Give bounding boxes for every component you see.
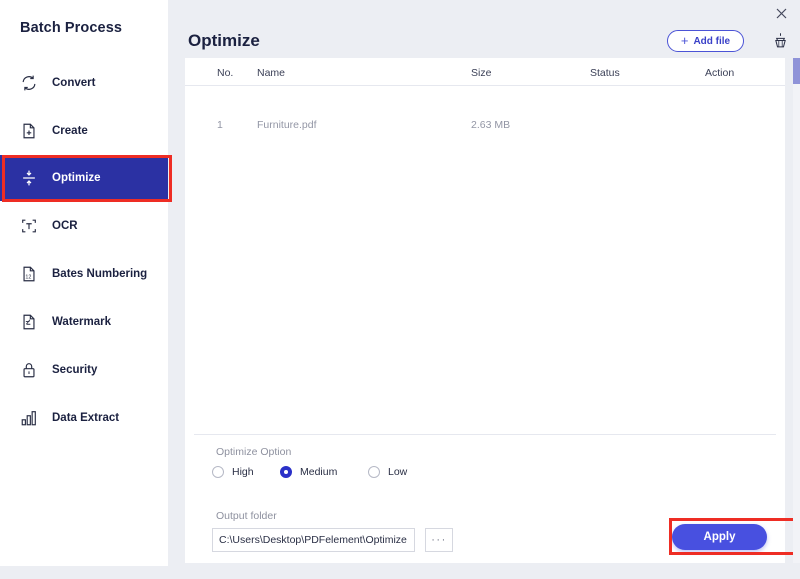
cell-no: 1 [217,119,223,131]
watermark-icon [18,311,40,333]
section-divider [194,434,776,435]
output-folder-label: Output folder [216,510,277,522]
bates-numbering-icon: 12 [18,263,40,285]
svg-text:12: 12 [25,275,31,281]
radio-label: Low [388,466,408,478]
broom-clear-icon[interactable] [768,28,792,52]
sidebar-item-security[interactable]: Security [0,347,168,393]
convert-icon [18,72,40,94]
batch-process-window: Batch Process Convert Create Optimize OC… [0,0,800,579]
sidebar-item-label: OCR [52,220,78,232]
radio-dot [212,466,224,478]
column-header-action: Action [705,67,735,79]
broom-glyph [774,32,786,47]
sidebar-item-label: Create [52,125,88,137]
sidebar-item-bates-numbering[interactable]: 12 Bates Numbering [0,251,168,297]
content-scrollbar-thumb[interactable] [793,58,800,84]
cell-name: Furniture.pdf [257,119,317,131]
create-icon [18,120,40,142]
sidebar-item-convert[interactable]: Convert [0,60,168,106]
radio-option-high[interactable]: High [212,466,254,478]
optimize-option-label: Optimize Option [216,446,292,458]
radio-label: Medium [300,466,338,478]
radio-option-medium[interactable]: Medium [280,466,337,478]
sidebar-item-label: Data Extract [52,412,120,424]
sidebar-item-watermark[interactable]: Watermark [0,299,168,345]
table-header: No. Name Size Status Action [185,58,785,86]
sidebar-item-label: Convert [52,77,96,89]
sidebar-item-label: Bates Numbering [52,268,148,280]
content-scrollbar-track[interactable] [793,58,800,563]
ocr-icon [18,215,40,237]
close-glyph [776,8,786,18]
add-file-label: Add file [693,35,731,47]
column-header-no: No. [217,67,234,79]
radio-option-low[interactable]: Low [368,466,407,478]
browse-folder-button[interactable]: ··· [425,528,453,552]
plus-icon: + [680,32,689,48]
page-title: Optimize [188,31,260,50]
sidebar-item-label: Optimize [52,172,101,184]
sidebar-item-label: Watermark [52,316,112,328]
sidebar-item-label: Security [52,364,98,376]
cell-size: 2.63 MB [471,119,511,131]
column-header-size: Size [471,67,492,79]
sidebar: Batch Process Convert Create Optimize OC… [0,0,168,566]
sidebar-item-data-extract[interactable]: Data Extract [0,395,168,441]
close-icon[interactable] [770,3,792,23]
content-panel: No. Name Size Status Action 1 Furniture.… [185,58,785,563]
sidebar-item-create[interactable]: Create [0,108,168,154]
sidebar-title: Batch Process [20,20,123,36]
radio-label: High [232,466,254,478]
column-header-name: Name [257,67,286,79]
security-lock-icon [18,359,40,381]
radio-dot [280,466,292,478]
optimize-icon [18,167,40,189]
output-folder-input[interactable] [212,528,415,552]
data-extract-icon [18,407,40,429]
column-header-status: Status [590,67,620,79]
apply-button[interactable]: Apply [672,524,767,550]
radio-dot [368,466,380,478]
table-row[interactable]: 1 Furniture.pdf 2.63 MB [185,86,785,131]
sidebar-item-ocr[interactable]: OCR [0,203,168,249]
file-list: 1 Furniture.pdf 2.63 MB [185,86,785,434]
add-file-button[interactable]: + Add file [667,30,744,52]
sidebar-item-optimize[interactable]: Optimize [0,155,168,201]
